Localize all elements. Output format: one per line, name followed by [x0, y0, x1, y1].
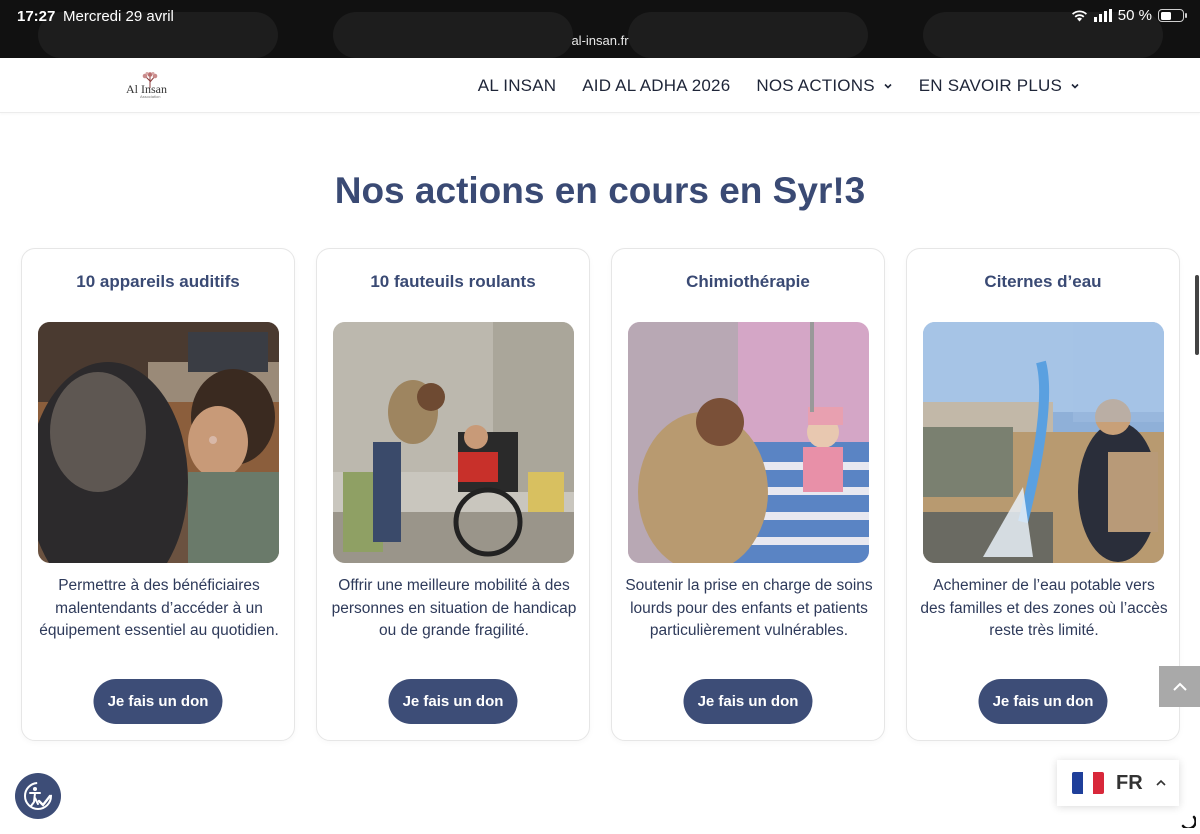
address-bar-url[interactable]: al-insan.fr — [0, 33, 1200, 48]
card-title: Citernes d’eau — [984, 272, 1102, 291]
french-flag-icon — [1072, 772, 1104, 794]
action-card-wheelchairs: 10 fauteuils roulants Offrir une meilleu… — [316, 248, 590, 741]
chevron-up-icon — [1172, 682, 1187, 691]
loading-spinner-icon — [1181, 815, 1196, 828]
card-description: Acheminer de l’eau potable vers des fami… — [920, 577, 1168, 639]
page-scrollbar[interactable] — [1195, 275, 1199, 355]
signal-icon — [1093, 9, 1112, 22]
chevron-down-icon — [1071, 83, 1079, 89]
language-switcher[interactable]: FR — [1057, 760, 1179, 806]
donate-button[interactable]: Je fais un don — [93, 679, 223, 724]
nav-item-nos-actions[interactable]: NOS ACTIONS — [756, 76, 892, 96]
nav-item-al-insan[interactable]: AL INSAN — [478, 76, 556, 96]
wheelchair-photo — [333, 322, 574, 563]
chemotherapy-photo — [628, 322, 869, 563]
card-description: Offrir une meilleure mobilité à des pers… — [331, 577, 577, 639]
status-time: 17:27 — [17, 8, 56, 25]
water-tank-photo — [923, 322, 1164, 563]
nav-item-label: AID AL ADHA 2026 — [582, 75, 731, 95]
donate-button[interactable]: Je fais un don — [978, 679, 1108, 724]
action-cards: 10 appareils auditifs Permettre à des bé… — [21, 248, 1180, 741]
scroll-to-top-button[interactable] — [1159, 666, 1200, 707]
battery-percent: 50 % — [1117, 7, 1152, 24]
wifi-icon — [1071, 10, 1087, 22]
nav-item-aid-al-adha[interactable]: AID AL ADHA 2026 — [582, 76, 730, 96]
card-title: 10 fauteuils roulants — [370, 272, 536, 291]
action-card-chemotherapy: Chimiothérapie Soutenir la prise en char… — [611, 248, 885, 741]
section-title: Nos actions en cours en Syr!3 — [334, 170, 866, 211]
status-indicators: 50 % — [1071, 7, 1187, 24]
nav-item-label: EN SAVOIR PLUS — [918, 75, 1062, 95]
nav-item-label: AL INSAN — [477, 75, 557, 95]
status-date: Mercredi 29 avril — [63, 8, 174, 25]
action-card-water-tanks: Citernes d’eau Acheminer de l’eau potabl… — [906, 248, 1180, 741]
action-card-hearing-aids: 10 appareils auditifs Permettre à des bé… — [21, 248, 295, 741]
accessibility-button[interactable] — [15, 773, 61, 819]
site-header: Al Insan Association AL INSAN AID AL ADH… — [0, 58, 1200, 113]
card-description: Soutenir la prise en charge de soins lou… — [625, 577, 873, 639]
card-description: Permettre à des bénéficiaires malentenda… — [39, 577, 279, 639]
nav-item-en-savoir-plus[interactable]: EN SAVOIR PLUS — [919, 76, 1080, 96]
language-code: FR — [1116, 771, 1143, 794]
logo-subtitle: Association — [140, 94, 161, 99]
accessibility-icon — [24, 782, 52, 810]
donate-button[interactable]: Je fais un don — [388, 679, 518, 724]
site-logo[interactable]: Al Insan Association — [126, 72, 174, 99]
chevron-down-icon — [884, 83, 892, 89]
card-title: Chimiothérapie — [686, 272, 810, 291]
chevron-up-icon — [1156, 779, 1166, 786]
hearing-aid-photo — [38, 322, 279, 563]
status-bar: 17:27 Mercredi 29 avril al-insan.fr 50 % — [0, 0, 1200, 58]
nav-item-label: NOS ACTIONS — [756, 75, 875, 95]
battery-icon — [1158, 9, 1187, 22]
card-title: 10 appareils auditifs — [76, 272, 240, 291]
donate-button[interactable]: Je fais un don — [683, 679, 813, 724]
main-navigation: AL INSAN AID AL ADHA 2026 NOS ACTIONS EN… — [478, 58, 1080, 113]
